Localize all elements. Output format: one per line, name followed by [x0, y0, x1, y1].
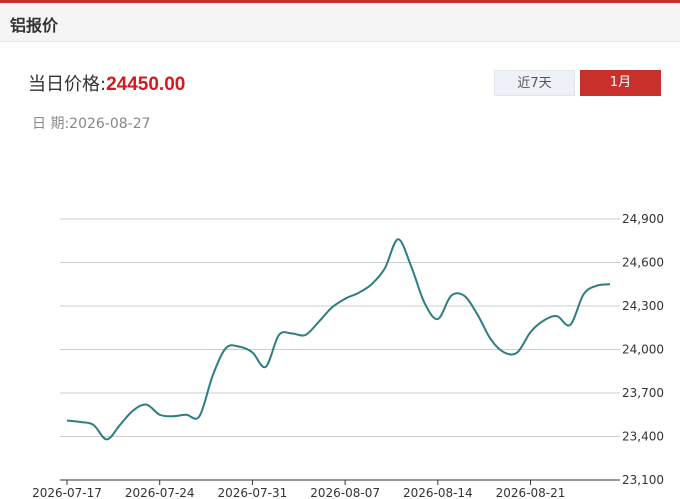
y-axis-tick-labels: 23,100 23,400 23,700 24,000 24,300 24,600 24,9…: [622, 212, 664, 487]
y-tick-label: 23,400: [622, 430, 664, 444]
y-tick-label: 24,600: [622, 256, 664, 270]
x-tick-label: 2026-07-24: [125, 486, 195, 499]
y-tick-label: 24,300: [622, 299, 664, 313]
price-series-line: [66, 238, 611, 441]
y-tick-label: 23,100: [622, 473, 664, 487]
price-line-chart: 23,100 23,400 23,700 24,000 24,300 24,600 24,9…: [32, 212, 664, 499]
x-tick-label: 2026-07-31: [218, 486, 288, 499]
y-tick-label: 24,000: [622, 343, 664, 357]
y-tick-label: 23,700: [622, 386, 664, 400]
x-tick-label: 2026-07-17: [32, 486, 102, 499]
x-tick-label: 2026-08-21: [496, 486, 566, 499]
y-tick-label: 24,900: [622, 212, 664, 226]
x-tick-label: 2026-08-14: [403, 486, 473, 499]
x-axis-tick-labels: 2026-07-17 2026-07-24 2026-07-31 2026-08-07…: [32, 480, 565, 499]
grid-lines: [60, 218, 620, 481]
x-tick-label: 2026-08-07: [310, 486, 380, 499]
